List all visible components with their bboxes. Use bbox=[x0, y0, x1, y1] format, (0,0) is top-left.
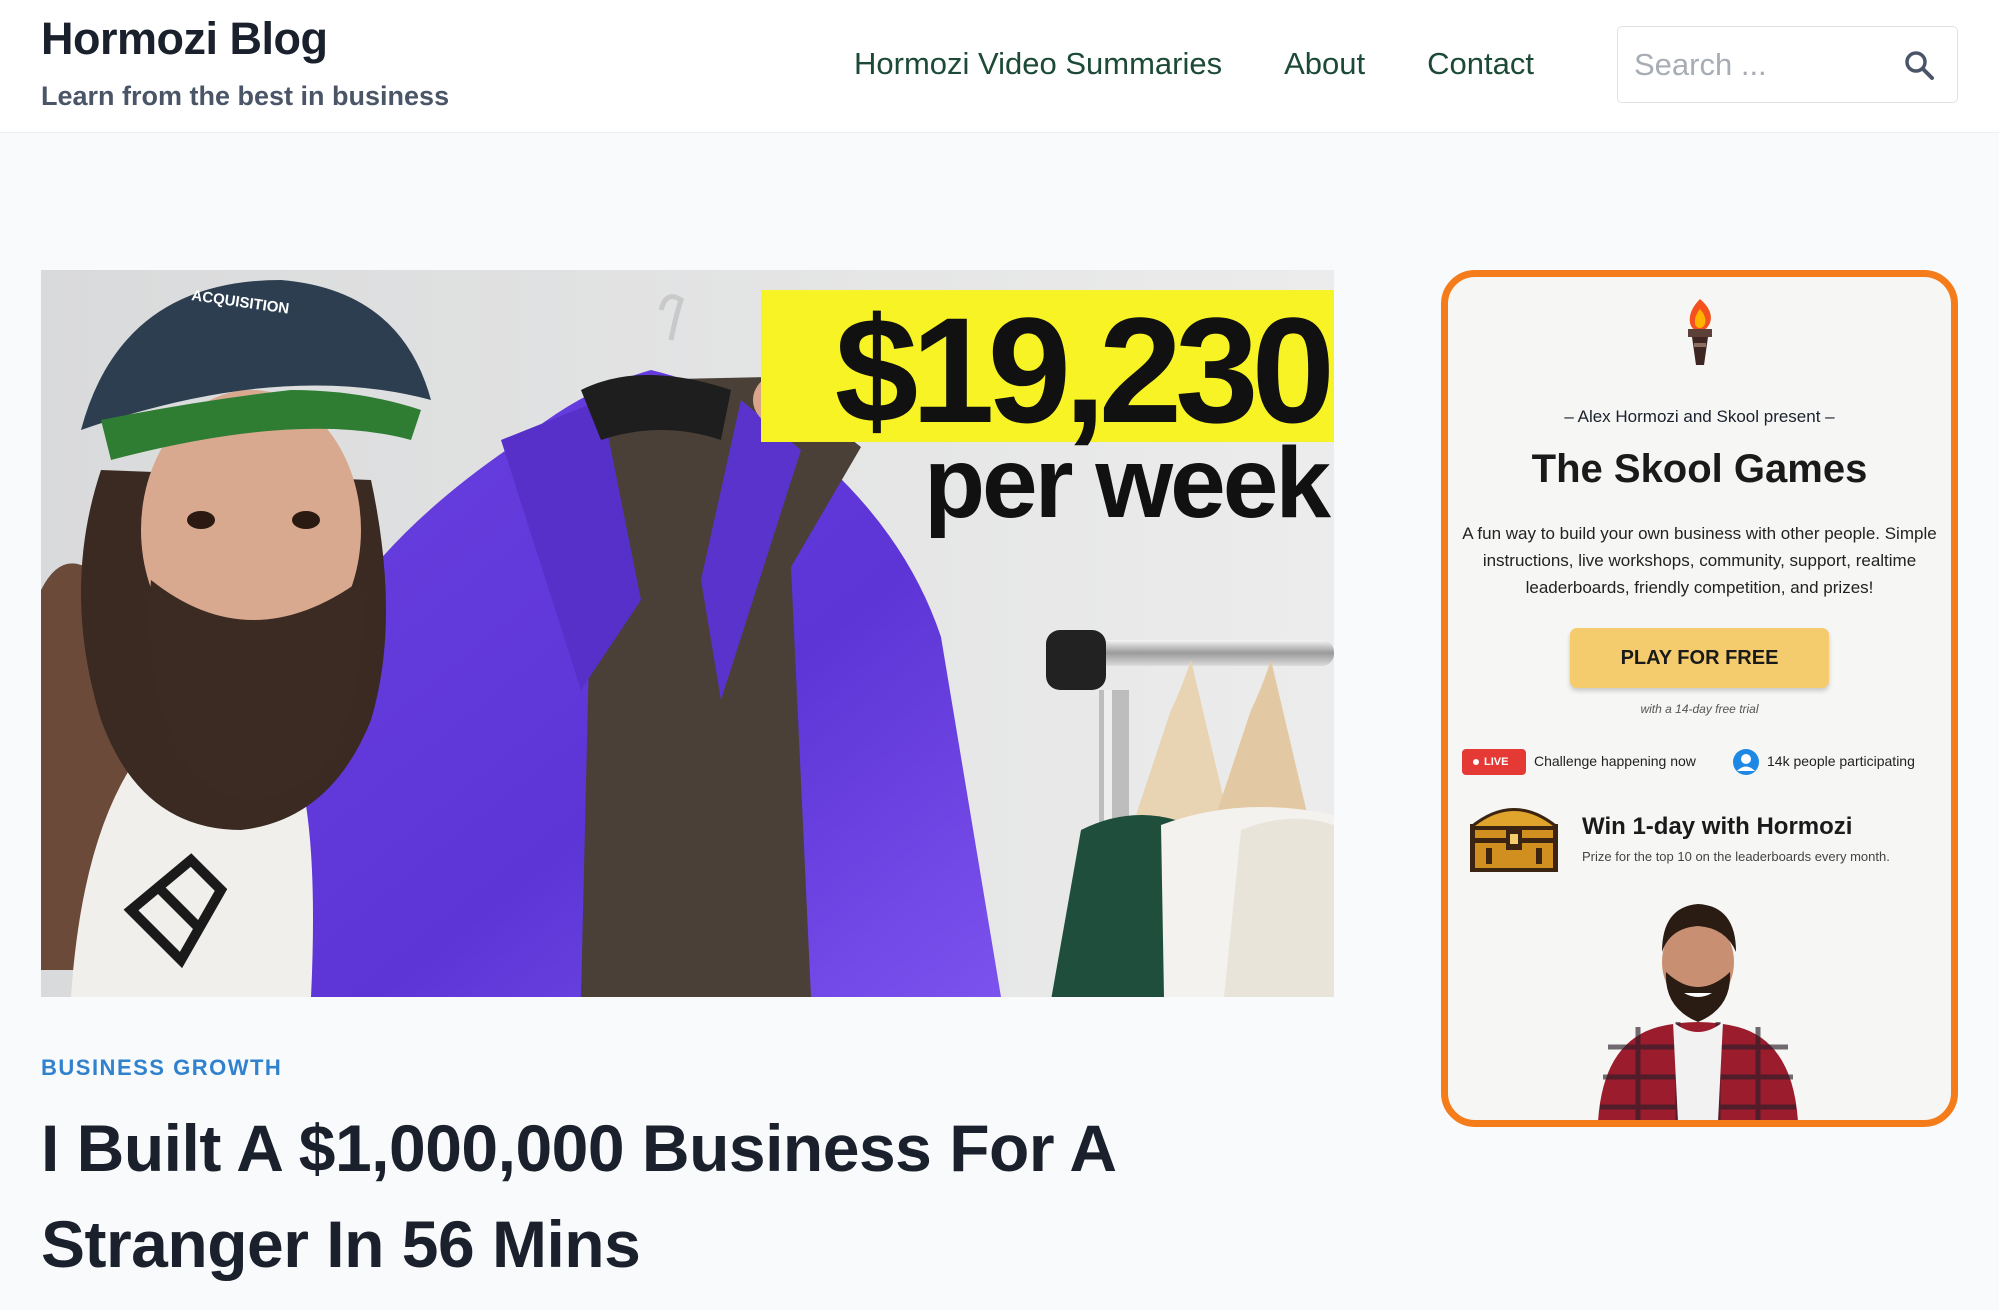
treasure-chest-icon bbox=[1470, 808, 1558, 872]
featured-image[interactable]: ACQUISITION $19,230 per week bbox=[41, 270, 1334, 997]
site-tagline: Learn from the best in business bbox=[41, 81, 450, 111]
hormozi-photo bbox=[1598, 904, 1798, 1120]
live-badge-label: LIVE bbox=[1484, 756, 1509, 768]
nav-link-contact[interactable]: Contact bbox=[1427, 44, 1534, 84]
ad-title: The Skool Games bbox=[1531, 447, 1868, 491]
prize-subtitle: Prize for the top 10 on the leaderboards… bbox=[1582, 849, 1890, 864]
trial-note: with a 14-day free trial bbox=[1640, 702, 1759, 716]
nav-link-about[interactable]: About bbox=[1284, 44, 1365, 84]
search-icon[interactable] bbox=[1903, 49, 1935, 81]
site-title[interactable]: Hormozi Blog bbox=[41, 12, 449, 66]
hero-price-text: $19,230 bbox=[834, 286, 1334, 454]
play-for-free-button[interactable]: PLAY FOR FREE bbox=[1570, 628, 1829, 688]
primary-navigation: Hormozi Video Summaries About Contact bbox=[854, 44, 1534, 84]
hero-subtext: per week bbox=[923, 427, 1331, 539]
prize-title: Win 1-day with Hormozi bbox=[1582, 813, 1853, 840]
participants-text: 14k people participating bbox=[1767, 753, 1915, 769]
ad-status-row: LIVE Challenge happening now 14k people … bbox=[1462, 747, 1942, 777]
search-input[interactable] bbox=[1634, 27, 1894, 102]
live-dot-icon bbox=[1473, 759, 1479, 765]
people-icon bbox=[1733, 749, 1759, 775]
site-header: Hormozi Blog Learn from the best in busi… bbox=[0, 0, 1999, 133]
ad-description: A fun way to build your own business wit… bbox=[1462, 524, 1937, 597]
live-badge: LIVE bbox=[1462, 749, 1526, 775]
search-form bbox=[1617, 26, 1958, 103]
ad-presenter-line: – Alex Hormozi and Skool present – bbox=[1564, 407, 1835, 426]
skool-games-ad[interactable]: – Alex Hormozi and Skool present – The S… bbox=[1441, 270, 1958, 1127]
nav-link-video-summaries[interactable]: Hormozi Video Summaries bbox=[854, 44, 1222, 84]
post-category-link[interactable]: BUSINESS GROWTH bbox=[41, 1055, 282, 1081]
live-status-text: Challenge happening now bbox=[1534, 753, 1696, 769]
post-title[interactable]: I Built A $1,000,000 Business For A Stra… bbox=[41, 1100, 1301, 1292]
torch-icon bbox=[1688, 299, 1712, 365]
site-branding: Hormozi Blog Learn from the best in busi… bbox=[41, 12, 449, 112]
